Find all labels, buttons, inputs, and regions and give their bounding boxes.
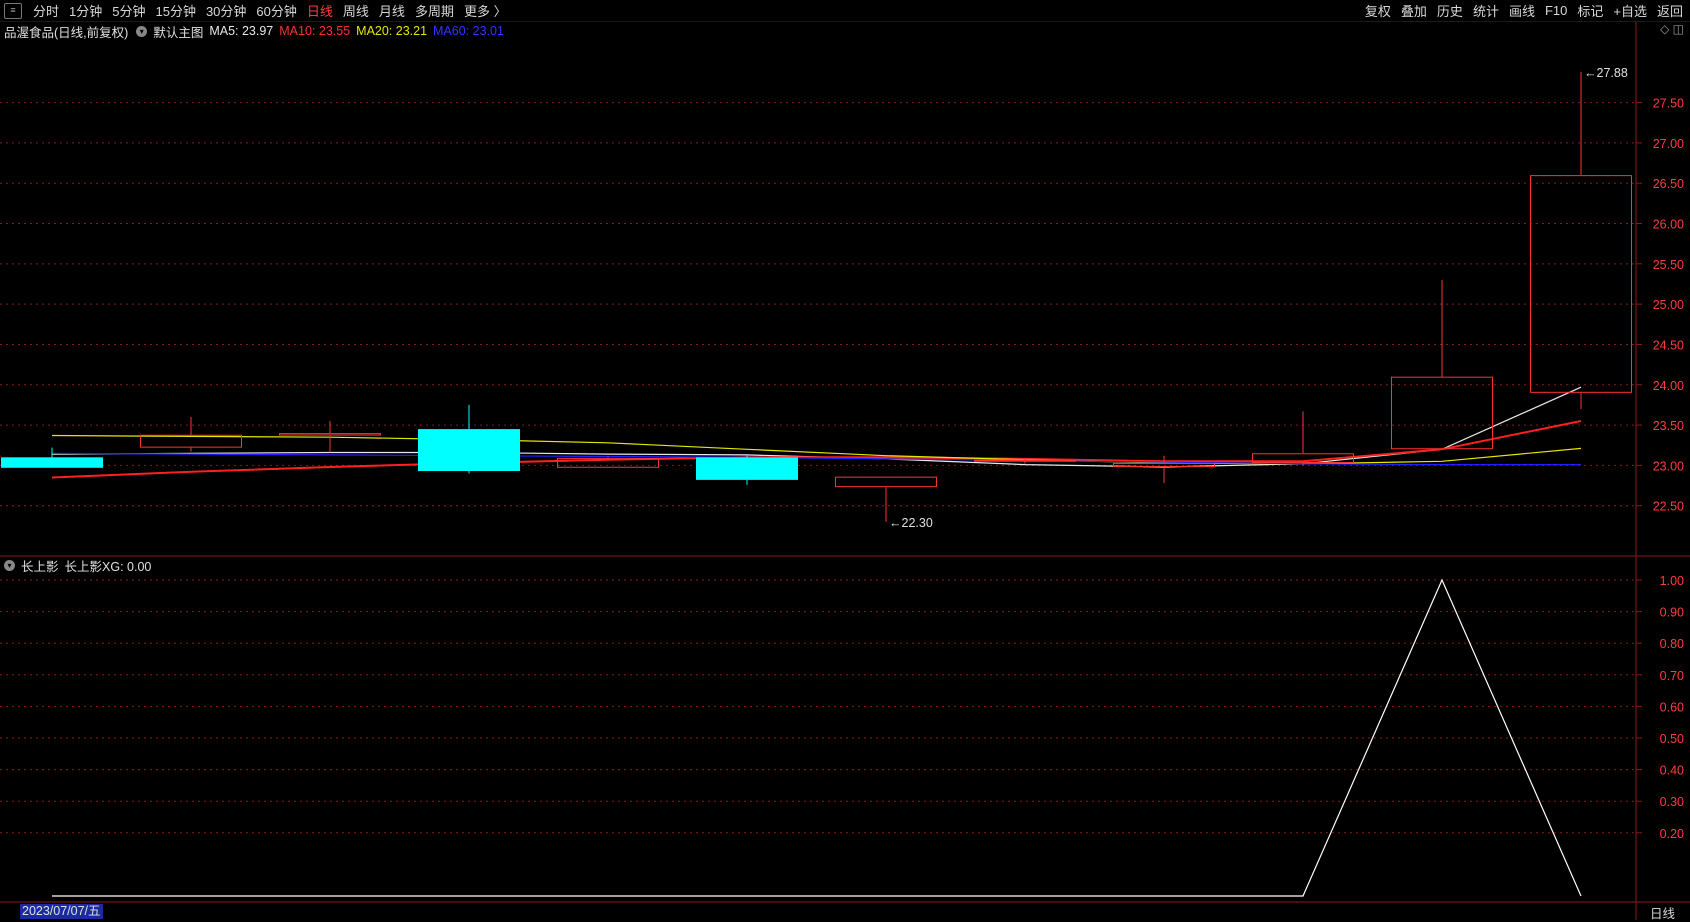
price-tick-label: 27.50 [1653, 97, 1684, 111]
tool-button-6[interactable]: 标记 [1572, 1, 1608, 20]
candle-body [418, 429, 520, 472]
period-tab-6[interactable]: 日线 [302, 1, 338, 20]
tool-button-3[interactable]: 统计 [1468, 1, 1504, 20]
cursor-date-label: 2023/07/07/五 [20, 904, 103, 919]
main-chart-info: 品渥食品(日线,前复权) ▾ 默认主图 MA5: 23.97 MA10: 23.… [0, 22, 510, 40]
price-tick-label: 23.50 [1653, 419, 1684, 433]
period-tab-9[interactable]: 多周期 [410, 1, 459, 20]
tool-button-4[interactable]: 画线 [1504, 1, 1540, 20]
ma20-value: MA20: 23.21 [356, 24, 428, 38]
price-tick-label: 26.00 [1653, 218, 1684, 232]
price-tick-label: 25.00 [1653, 298, 1684, 312]
candle-11[interactable] [1530, 71, 1632, 409]
tool-button-8[interactable]: 返回 [1652, 1, 1688, 20]
price-tick-label: 24.50 [1653, 338, 1684, 352]
tool-button-2[interactable]: 历史 [1432, 1, 1468, 20]
period-tab-3[interactable]: 15分钟 [150, 1, 200, 20]
tool-button-1[interactable]: 叠加 [1396, 1, 1432, 20]
period-tab-10[interactable]: 更多 〉 [459, 1, 512, 20]
chevron-down-icon[interactable]: ▾ [136, 25, 148, 37]
indicator-name[interactable]: 长上影 [21, 556, 59, 575]
indicator-tick-label: 0.60 [1660, 700, 1684, 714]
price-tick-label: 27.00 [1653, 137, 1684, 151]
candle-3[interactable] [418, 404, 520, 474]
indicator-tick-label: 0.90 [1660, 606, 1684, 620]
candle-1[interactable] [140, 417, 242, 452]
price-tick-label: 24.00 [1653, 379, 1684, 393]
indicator-tick-label: 0.30 [1660, 795, 1684, 809]
candle-10[interactable] [1391, 279, 1493, 450]
period-tab-7[interactable]: 周线 [338, 1, 374, 20]
indicator-grid [0, 579, 1636, 834]
price-tick-label: 22.50 [1653, 500, 1684, 514]
indicator-info: ▾ 长上影 长上影XG: 0.00 [0, 556, 157, 574]
window-icon[interactable]: ◫ [1673, 22, 1684, 36]
tool-button-5[interactable]: F10 [1540, 3, 1572, 18]
candle-body [1530, 175, 1632, 393]
period-tab-8[interactable]: 月线 [374, 1, 410, 20]
menu-icon[interactable]: ≡ [4, 2, 22, 19]
candle-0[interactable] [1, 447, 103, 468]
candle-body [1, 457, 103, 468]
chevron-down-icon[interactable]: ▾ [4, 559, 15, 571]
extreme-price-label: ←27.88 [1584, 66, 1628, 80]
period-tab-0[interactable]: 分时 [28, 1, 64, 20]
indicator-tick-label: 0.50 [1660, 732, 1684, 746]
indicator-tick-label: 0.20 [1660, 827, 1684, 841]
indicator-tick-label: 1.00 [1660, 574, 1684, 588]
candle-4[interactable] [557, 456, 659, 468]
period-label: 日线 [1650, 907, 1676, 921]
period-tab-5[interactable]: 60分钟 [251, 1, 301, 20]
main-price-grid [0, 102, 1636, 507]
ma20-line [51, 434, 1582, 465]
tool-buttons: 复权 叠加 历史 统计 画线 F10 标记 +自选 返回 [1360, 0, 1688, 21]
indicator-tick-label: 0.40 [1660, 764, 1684, 778]
price-tick-label: 23.00 [1653, 459, 1684, 473]
main-price-axis: 22.50 23.00 23.50 24.00 24.50 25.00 25.50 26.00… [1636, 97, 1684, 514]
candle-body [1391, 376, 1493, 450]
indicator-tick-label: 0.80 [1660, 637, 1684, 651]
chart-canvas[interactable]: 22.50 23.00 23.50 24.00 24.50 25.00 25.50 26.00… [0, 0, 1690, 920]
moving-average-lines [51, 386, 1582, 479]
candle-5[interactable] [696, 454, 798, 485]
ma5-value: MA5: 23.97 [209, 24, 274, 38]
ma60-value: MA60: 23.01 [433, 24, 504, 38]
tool-button-7[interactable]: +自选 [1608, 1, 1652, 20]
chart-corner-controls: ◇ ◫ [1660, 22, 1684, 36]
stock-title: 品渥食品(日线,前复权) [4, 25, 129, 40]
indicator-value: 长上影XG: 0.00 [64, 559, 152, 574]
ma10-line [51, 420, 1582, 479]
period-tab-4[interactable]: 30分钟 [201, 1, 251, 20]
ma10-value: MA10: 23.55 [279, 24, 351, 38]
tool-button-0[interactable]: 复权 [1360, 1, 1396, 20]
period-tabs: ≡ 分时 1分钟 5分钟 15分钟 30分钟 60分钟 日线 周线 月线 多周期 更多 〉 [0, 0, 512, 21]
diamond-icon[interactable]: ◇ [1660, 22, 1669, 36]
indicator-axis: 0.20 0.30 0.40 0.50 0.60 0.70 0.80 0.90 1.00 [1636, 574, 1684, 841]
candle-body [696, 457, 798, 480]
indicator-tick-label: 0.70 [1660, 669, 1684, 683]
extreme-price-label: ←22.30 [889, 516, 933, 530]
candle-body [835, 476, 937, 488]
period-toolbar: ≡ 分时 1分钟 5分钟 15分钟 30分钟 60分钟 日线 周线 月线 多周期 更多 〉 复权 叠加… [0, 0, 1690, 22]
price-tick-label: 26.50 [1653, 177, 1684, 191]
candle-body [279, 433, 381, 436]
price-tick-label: 25.50 [1653, 258, 1684, 272]
candle-body [974, 459, 1076, 462]
period-tab-1[interactable]: 1分钟 [64, 1, 107, 20]
template-name[interactable]: 默认主图 [153, 22, 203, 41]
period-tab-2[interactable]: 5分钟 [107, 1, 150, 20]
